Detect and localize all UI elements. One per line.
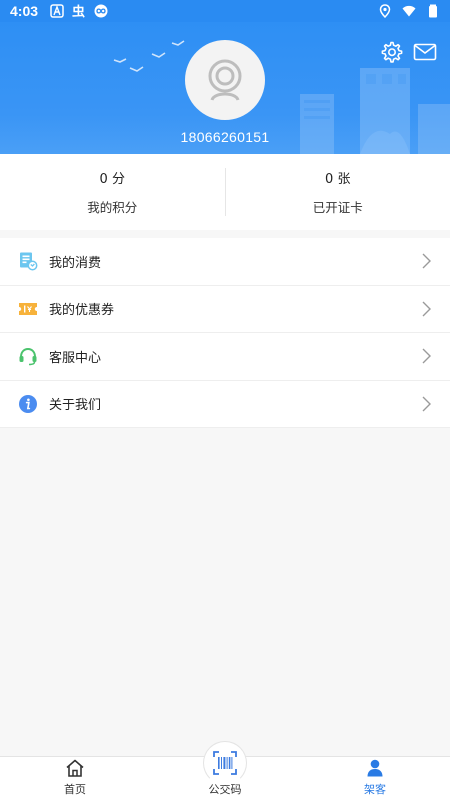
barcode-icon [213,751,237,775]
tab-home[interactable]: 首页 [0,757,150,800]
menu-item-label: 我的消费 [49,255,102,271]
points-stat[interactable]: 0 分 我的积分 [0,154,225,230]
points-label: 我的积分 [87,200,138,215]
phone-number: 18066260151 [180,129,270,145]
tab-profile-label: 架客 [364,783,386,796]
info-icon [19,394,37,413]
cards-stat[interactable]: 0 张 已开证卡 [226,154,450,230]
svg-text:虫: 虫 [72,4,85,18]
menu-item-customer-service[interactable]: 客服中心 [0,333,450,381]
points-value: 0 分 [99,172,125,187]
battery-icon [429,4,437,18]
menu-list: 我的消费 我的优惠券 客服中心 关于我们 [0,238,450,428]
bus-code-bubble [203,741,247,785]
location-icon [379,4,391,18]
stats-panel: 0 分 我的积分 0 张 已开证卡 [0,154,450,230]
cards-label: 已开证卡 [312,200,363,215]
chevron-right-icon [422,348,431,364]
avatar-placeholder-icon [208,59,242,101]
menu-item-consumption[interactable]: 我的消费 [0,238,450,286]
menu-item-label: 客服中心 [49,350,102,366]
infinity-icon [94,4,108,18]
headset-icon [19,348,37,366]
tab-bus-code[interactable]: 公交码 [150,741,300,800]
menu-item-label: 关于我们 [49,398,102,414]
person-icon [367,759,383,777]
profile-header: 18066260151 [0,22,450,154]
bug-icon: 虫 [72,4,85,18]
tab-home-label: 首页 [64,783,86,796]
mail-icon[interactable] [413,40,437,64]
chevron-right-icon [422,253,431,269]
consumption-icon [20,252,38,271]
cards-value: 0 张 [325,172,351,187]
menu-item-coupons[interactable]: 我的优惠券 [0,286,450,333]
coupon-icon [19,302,37,315]
text-a-icon [50,4,64,18]
status-time: 4:03 [10,3,39,19]
avatar[interactable] [185,40,265,120]
menu-item-about-us[interactable]: 关于我们 [0,381,450,428]
wifi-icon [402,5,416,17]
bottom-tab-bar: 首页 公交码 架客 [0,741,450,800]
chevron-right-icon [422,396,431,412]
tab-profile[interactable]: 架客 [300,757,450,800]
home-icon [66,759,84,777]
menu-item-label: 我的优惠券 [49,303,115,319]
gear-icon[interactable] [379,40,403,64]
chevron-right-icon [422,301,431,317]
status-bar: 4:03 虫 [0,0,450,22]
